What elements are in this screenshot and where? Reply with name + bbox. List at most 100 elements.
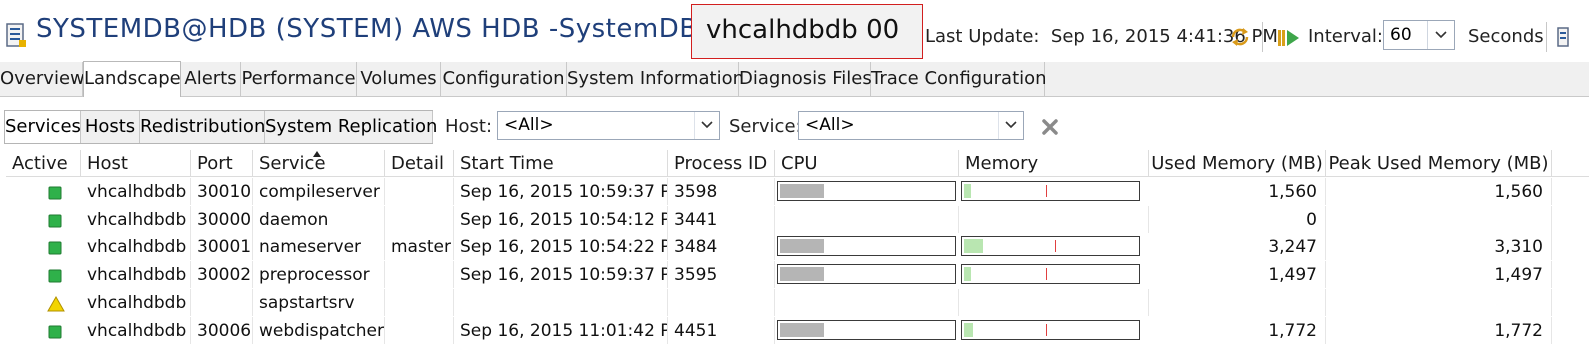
cell-used-memory: 0: [1149, 205, 1326, 233]
table-row[interactable]: vhcalhdbdb 30002 preprocessor Sep 16, 2015 …: [6, 261, 1589, 289]
tab-configuration[interactable]: Configuration: [441, 62, 567, 96]
cell-used-memory: 3,247: [1149, 233, 1326, 261]
subtab-redistribution[interactable]: Redistribution: [140, 111, 265, 143]
last-update: Last Update: Sep 16, 2015 4:41:36 PM: [925, 26, 1278, 47]
cell-port: 30002: [191, 261, 253, 289]
tab-landscape[interactable]: Landscape: [83, 61, 181, 97]
interval-label: Interval:: [1308, 26, 1383, 47]
column-header-host[interactable]: Host: [81, 150, 191, 177]
cell-detail: [385, 261, 454, 289]
landscape-subtabs: Services Hosts Redistribution System Replic…: [4, 110, 437, 144]
tab-volumes[interactable]: Volumes: [357, 62, 441, 96]
host-filter-dropdown[interactable]: [694, 112, 719, 139]
last-update-label: Last Update:: [925, 26, 1040, 47]
cell-process-id: 3484: [668, 233, 775, 261]
service-filter-dropdown[interactable]: [998, 112, 1023, 139]
main-tabbar: Overview Landscape Alerts Performance Volume…: [0, 61, 1589, 97]
tab-system-information[interactable]: System Information: [567, 62, 744, 96]
table-row[interactable]: vhcalhdbdb 30000 daemon Sep 16, 2015 10:54:…: [6, 205, 1589, 234]
status-warning-icon: [47, 295, 65, 312]
cell-used-memory: 1,560: [1149, 178, 1326, 205]
memory-usage-bar: [961, 319, 1140, 340]
chevron-down-icon: [701, 121, 713, 129]
cell-host: vhcalhdbdb: [81, 205, 191, 233]
column-header-used-memory[interactable]: Used Memory (MB): [1149, 150, 1326, 177]
editor-title-bar: SYSTEMDB@HDB (SYSTEM) AWS HDB -SystemDB …: [0, 0, 1589, 62]
cell-host: vhcalhdbdb: [81, 178, 191, 205]
column-header-start-time[interactable]: Start Time: [454, 150, 668, 177]
table-row[interactable]: vhcalhdbdb sapstartsrv: [6, 288, 1589, 317]
column-header-detail[interactable]: Detail: [385, 150, 454, 177]
cell-start-time: [454, 288, 668, 316]
tab-diagnosis-files[interactable]: Diagnosis Files: [739, 62, 872, 96]
services-table: Active Host Port Service Detail Start Time Pro…: [6, 150, 1589, 352]
table-row[interactable]: vhcalhdbdb 30001 nameserver master Sep 16, 2…: [6, 233, 1589, 261]
tab-overview[interactable]: Overview: [0, 62, 85, 96]
status-running-icon: [47, 240, 63, 256]
cpu-usage-fill: [780, 267, 824, 282]
system-title: SYSTEMDB@HDB (SYSTEM) AWS HDB -SystemDB: [36, 14, 698, 44]
subtab-system-replication[interactable]: System Replication: [265, 111, 437, 143]
cpu-usage-bar: [777, 181, 956, 201]
toolbar-separator: [1262, 22, 1263, 52]
service-filter-value: <All>: [805, 115, 855, 135]
column-header-peak-used-memory[interactable]: Peak Used Memory (MB): [1326, 150, 1552, 177]
toolbar-overflow-icon[interactable]: [1556, 26, 1570, 48]
status-running-icon: [47, 324, 63, 340]
cell-service: sapstartsrv: [253, 288, 385, 316]
cell-process-id: 4451: [668, 316, 775, 344]
table-row[interactable]: vhcalhdbdb 30006 webdispatcher Sep 16, 2015…: [6, 316, 1589, 345]
memory-peak-marker: [1055, 240, 1056, 253]
cell-service: daemon: [253, 205, 385, 233]
cell-service: webdispatcher: [253, 316, 385, 344]
column-header-process-id[interactable]: Process ID: [668, 150, 775, 177]
cell-port: 30010: [191, 178, 253, 205]
seconds-label: Seconds: [1468, 26, 1544, 47]
cell-service: nameserver: [253, 233, 385, 261]
interval-value: 60: [1390, 25, 1412, 45]
cell-port: 30001: [191, 233, 253, 261]
memory-usage-fill: [964, 239, 983, 254]
memory-peak-marker: [1046, 185, 1047, 197]
cell-peak-used-memory: [1326, 288, 1552, 316]
memory-usage-bar: [961, 181, 1140, 201]
tab-alerts[interactable]: Alerts: [181, 62, 241, 96]
cpu-usage-fill: [780, 239, 824, 254]
cell-start-time: Sep 16, 2015 10:54:12 PM: [454, 205, 668, 233]
memory-usage-bar: [961, 236, 1140, 257]
column-header-cpu[interactable]: CPU: [775, 150, 959, 177]
host-filter-label: Host:: [445, 116, 493, 137]
memory-peak-marker: [1046, 268, 1047, 281]
landscape-panel: Services Hosts Redistribution System Replic…: [0, 97, 1589, 352]
cell-host: vhcalhdbdb: [81, 288, 191, 316]
interval-select[interactable]: 60: [1383, 20, 1455, 50]
cell-process-id: 3598: [668, 178, 775, 205]
table-row[interactable]: vhcalhdbdb 30010 compileserver Sep 16, 2015…: [6, 178, 1589, 206]
cell-port: [191, 288, 253, 316]
column-header-port[interactable]: Port: [191, 150, 253, 177]
cell-service: preprocessor: [253, 261, 385, 289]
memory-usage-bar: [961, 264, 1140, 285]
host-filter-select[interactable]: <All>: [497, 111, 720, 140]
refresh-icon[interactable]: [1229, 26, 1251, 48]
column-header-memory[interactable]: Memory: [959, 150, 1149, 177]
toolbar-separator: [1546, 22, 1547, 52]
tab-trace-configuration[interactable]: Trace Configuration: [871, 62, 1047, 96]
cell-peak-used-memory: 1,560: [1326, 178, 1552, 205]
subtab-hosts[interactable]: Hosts: [81, 111, 140, 143]
interval-dropdown-button[interactable]: [1427, 21, 1454, 49]
host-filter-value: <All>: [504, 115, 554, 135]
status-running-icon: [47, 268, 63, 284]
cell-start-time: Sep 16, 2015 10:54:22 PM: [454, 233, 668, 261]
cell-peak-used-memory: [1326, 205, 1552, 233]
cell-start-time: Sep 16, 2015 10:59:37 PM: [454, 178, 668, 205]
tab-performance[interactable]: Performance: [241, 62, 357, 96]
cell-host: vhcalhdbdb: [81, 233, 191, 261]
cell-used-memory: 1,772: [1149, 316, 1326, 344]
clear-filter-icon[interactable]: [1040, 117, 1060, 137]
cell-port: 30006: [191, 316, 253, 344]
service-filter-select[interactable]: <All>: [798, 111, 1024, 140]
subtab-services[interactable]: Services: [5, 111, 81, 143]
column-header-active[interactable]: Active: [6, 150, 81, 177]
auto-refresh-play-icon[interactable]: [1277, 28, 1301, 48]
